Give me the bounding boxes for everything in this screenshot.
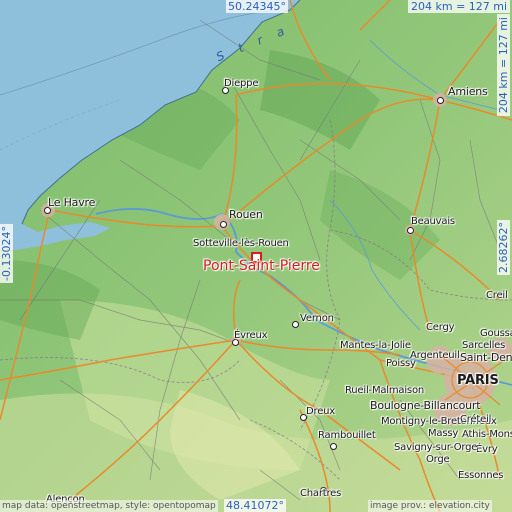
- place-label-vernon: Vernon: [300, 313, 334, 324]
- place-label-cergy: Cergy: [426, 322, 455, 333]
- place-label-poissy: Poissy: [386, 358, 416, 369]
- place-label-sotteville: Sotteville-lès-Rouen: [193, 238, 289, 249]
- place-label-goussainville: Goussainville: [480, 328, 512, 339]
- place-dot: [292, 321, 299, 328]
- place-label-massy: Massy: [428, 428, 459, 439]
- place-label-amiens: Amiens: [448, 85, 488, 98]
- place-label-orge: Orge: [426, 454, 450, 465]
- place-label-savigny: Savigny-sur-Orge: [394, 442, 478, 453]
- attribution-left: map data: openstreetmap, style: opentopo…: [0, 500, 218, 512]
- scale-vertical-label: 204 km = 127 mi: [497, 14, 510, 117]
- scale-horizontal-label: 204 km = 127 mi: [408, 0, 511, 13]
- focus-place-label: Pont-Saint-Pierre: [203, 258, 320, 274]
- place-label-evreux: Évreux: [234, 330, 268, 341]
- place-label-dreux: Dreux: [306, 406, 336, 417]
- place-label-beauvais: Beauvais: [411, 216, 455, 227]
- place-label-evry: Évry: [476, 444, 498, 455]
- place-label-paris: PARIS: [457, 373, 499, 388]
- place-label-rouen: Rouen: [229, 208, 263, 221]
- place-label-boulogne: Boulogne-Billancourt: [370, 399, 481, 412]
- place-label-argenteuil: Argenteuil: [410, 350, 460, 361]
- place-label-rambouillet: Rambouillet: [318, 430, 376, 441]
- place-label-le-havre: Le Havre: [48, 196, 96, 209]
- place-label-creil: Creil: [486, 290, 508, 301]
- place-label-mantes: Mantes-la-Jolie: [340, 340, 411, 351]
- right-longitude-label: 2.68262°: [497, 220, 510, 275]
- attribution-right: image prov.: elevation.city: [368, 500, 492, 512]
- place-label-creteil: Créteil: [460, 414, 492, 425]
- place-dot: [220, 221, 227, 228]
- left-longitude-label: -0.13024°: [0, 224, 13, 283]
- place-label-rueil: Rueil-Malmaison: [345, 385, 425, 396]
- top-latitude-label: 50.24345°: [226, 0, 288, 13]
- place-label-athis: Athis-Mons: [462, 429, 512, 440]
- place-label-essonnes: Essonnes: [458, 470, 504, 481]
- place-label-dieppe: Dieppe: [224, 78, 259, 89]
- bottom-latitude-label: 48.41072°: [224, 499, 286, 512]
- place-label-sarcelles: Sarcelles: [462, 340, 506, 351]
- map-canvas[interactable]: S t r a 50.24345° 48.41072° -0.13024° 2.…: [0, 0, 512, 512]
- place-label-chartres: Chartres: [300, 488, 342, 499]
- place-dot: [407, 227, 414, 234]
- place-label-saint-denis: Saint-Denis: [460, 351, 512, 364]
- place-dot: [437, 97, 444, 104]
- place-dot: [330, 443, 337, 450]
